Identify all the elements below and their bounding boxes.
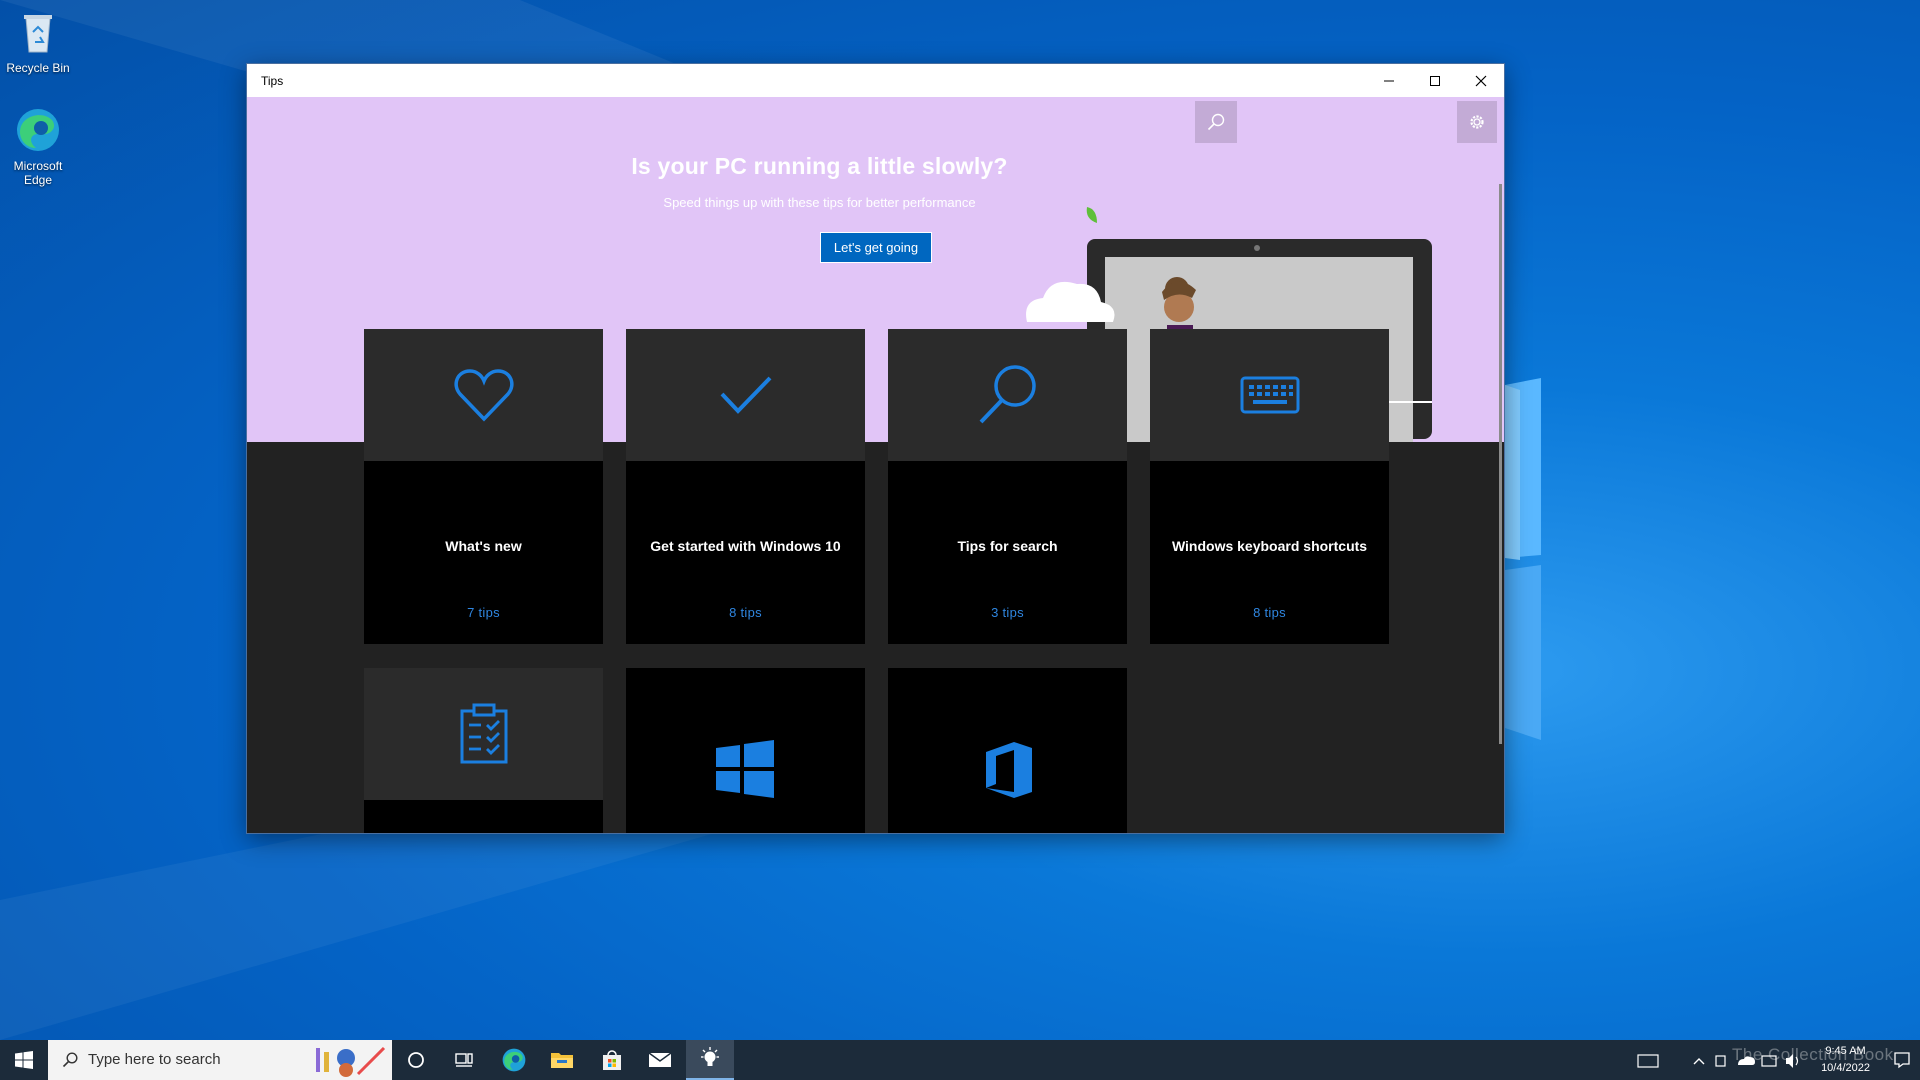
collection-tile-windows[interactable] <box>626 668 865 833</box>
mail-icon <box>648 1052 672 1067</box>
maximize-icon <box>1430 75 1440 86</box>
title-bar[interactable]: Tips <box>247 64 1504 97</box>
task-view-button[interactable] <box>440 1040 488 1080</box>
tips-icon <box>701 1047 719 1066</box>
cortana-button[interactable] <box>392 1040 440 1080</box>
tile-image <box>888 329 1127 461</box>
maximize-button[interactable] <box>1412 64 1458 97</box>
minimize-button[interactable] <box>1366 64 1412 97</box>
collection-tile-tips-for-search[interactable]: Tips for search 3 tips <box>888 329 1127 644</box>
action-center-button[interactable] <box>1892 1050 1912 1075</box>
desktop-icon-recycle-bin[interactable]: Recycle Bin <box>0 8 76 75</box>
tile-title: Get started with Windows 10 <box>650 538 841 554</box>
search-button[interactable] <box>1195 101 1237 143</box>
windows-logo-icon <box>716 740 774 798</box>
recycle-bin-icon <box>24 15 52 53</box>
taskbar-search-box[interactable]: Type here to search <box>48 1040 392 1080</box>
tile-tip-count: 8 tips <box>729 605 762 620</box>
tile-tip-count: 3 tips <box>991 605 1024 620</box>
search-icon <box>62 1052 78 1068</box>
close-button[interactable] <box>1458 64 1504 97</box>
heart-icon <box>453 369 514 422</box>
watermark: The Collection Book <box>1732 1045 1894 1064</box>
keyboard-icon <box>1240 376 1299 414</box>
gear-icon <box>1470 115 1484 129</box>
edge-icon <box>17 109 59 151</box>
desktop-icon-edge[interactable]: Microsoft Edge <box>0 106 76 187</box>
scrollbar[interactable] <box>1499 184 1502 744</box>
search-icon <box>979 365 1036 424</box>
collection-tile-get-started[interactable]: Get started with Windows 10 8 tips <box>626 329 865 644</box>
tile-image <box>1150 329 1389 461</box>
store-icon <box>603 1050 621 1070</box>
taskbar-file-explorer[interactable] <box>538 1040 586 1080</box>
lets-get-going-button[interactable]: Let's get going <box>820 232 932 263</box>
notification-icon <box>1894 1052 1910 1069</box>
tile-title: What's new <box>445 538 522 554</box>
collection-tile-checklist[interactable] <box>364 668 603 833</box>
search-placeholder: Type here to search <box>88 1051 221 1068</box>
close-icon <box>1475 75 1487 86</box>
tile-image <box>626 329 865 461</box>
file-explorer-icon <box>551 1053 573 1068</box>
collection-tile-keyboard-shortcuts[interactable]: Windows keyboard shortcuts 8 tips <box>1150 329 1389 644</box>
windows-logo-icon <box>15 1051 33 1069</box>
checkmark-icon <box>720 376 771 414</box>
hero-title: Is your PC running a little slowly? <box>631 153 1008 179</box>
tile-image <box>364 668 603 800</box>
office-logo-icon <box>986 742 1032 798</box>
tile-title: Tips for search <box>957 538 1058 554</box>
desktop-icon-label: Microsoft Edge <box>13 159 63 187</box>
collection-tile-office[interactable] <box>888 668 1127 833</box>
task-view-icon <box>455 1053 473 1067</box>
tile-tip-count: 7 tips <box>467 605 500 620</box>
settings-button[interactable] <box>1457 101 1497 143</box>
minimize-icon <box>1384 80 1394 81</box>
search-icon <box>1207 113 1225 131</box>
edge-icon <box>502 1048 526 1072</box>
taskbar: Type here to search 9:45 AM 10/4/2022 <box>0 1040 1920 1080</box>
taskbar-tips[interactable] <box>686 1040 734 1080</box>
collection-tile-whats-new[interactable]: What's new 7 tips <box>364 329 603 644</box>
taskbar-edge[interactable] <box>490 1040 538 1080</box>
search-highlight-illustration <box>316 1046 386 1077</box>
tips-window: Tips Is your PC running a little slowly?… <box>247 64 1504 833</box>
tile-title: Windows keyboard shortcuts <box>1171 538 1368 554</box>
tile-tip-count: 8 tips <box>1253 605 1286 620</box>
clipboard-checklist-icon <box>460 703 507 764</box>
window-title: Tips <box>261 74 284 88</box>
desktop-icon-label: Recycle Bin <box>6 61 70 75</box>
start-button[interactable] <box>0 1040 48 1080</box>
taskbar-store[interactable] <box>588 1040 636 1080</box>
tile-image <box>364 329 603 461</box>
taskbar-mail[interactable] <box>636 1040 684 1080</box>
cortana-icon <box>408 1052 424 1068</box>
